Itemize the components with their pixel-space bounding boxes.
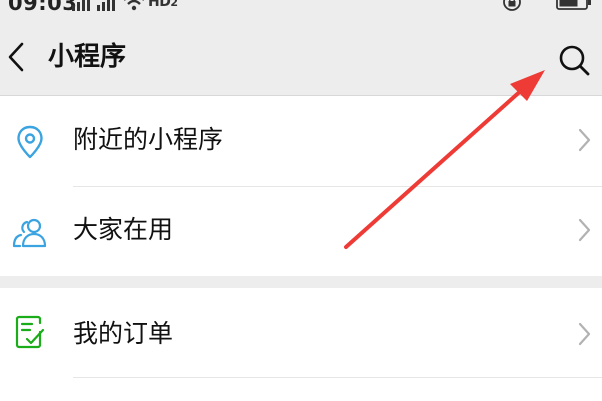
menu-item-nearby-mini-programs[interactable]: 附近的小程序 — [0, 96, 602, 186]
location-pin-icon — [17, 125, 43, 159]
menu-item-label: 大家在用 — [73, 215, 174, 244]
search-icon[interactable] — [554, 40, 594, 80]
menu-item-label: 我的订单 — [73, 319, 174, 348]
rotation-lock-icon — [503, 0, 521, 11]
menu-item-my-orders[interactable]: 我的订单 — [0, 288, 602, 378]
status-bar: 09:03 HD2 — [0, 0, 602, 18]
chevron-right-icon — [578, 128, 591, 152]
signal-icon — [97, 0, 115, 11]
chevron-right-icon — [578, 322, 591, 346]
menu-group-orders: 我的订单 — [0, 288, 602, 401]
network-type-text: HD — [148, 0, 171, 10]
network-type-label: HD2 — [148, 0, 178, 12]
menu-item-label: 附近的小程序 — [73, 125, 224, 154]
page-title: 小程序 — [48, 42, 127, 72]
network-type-sub: 2 — [170, 0, 178, 9]
menu-group-discover: 附近的小程序 大家在用 — [0, 96, 602, 276]
status-time: 09:03 — [8, 0, 78, 15]
back-arrow-icon[interactable] — [6, 40, 28, 74]
users-icon — [12, 218, 47, 248]
signal-icon — [72, 0, 90, 11]
wifi-icon — [124, 0, 144, 11]
battery-icon — [556, 0, 591, 10]
menu-item-popular[interactable]: 大家在用 — [0, 186, 602, 276]
row-divider — [73, 377, 602, 378]
order-list-icon — [15, 315, 45, 349]
chevron-right-icon — [578, 218, 591, 242]
nav-bar: 小程序 — [0, 18, 602, 95]
